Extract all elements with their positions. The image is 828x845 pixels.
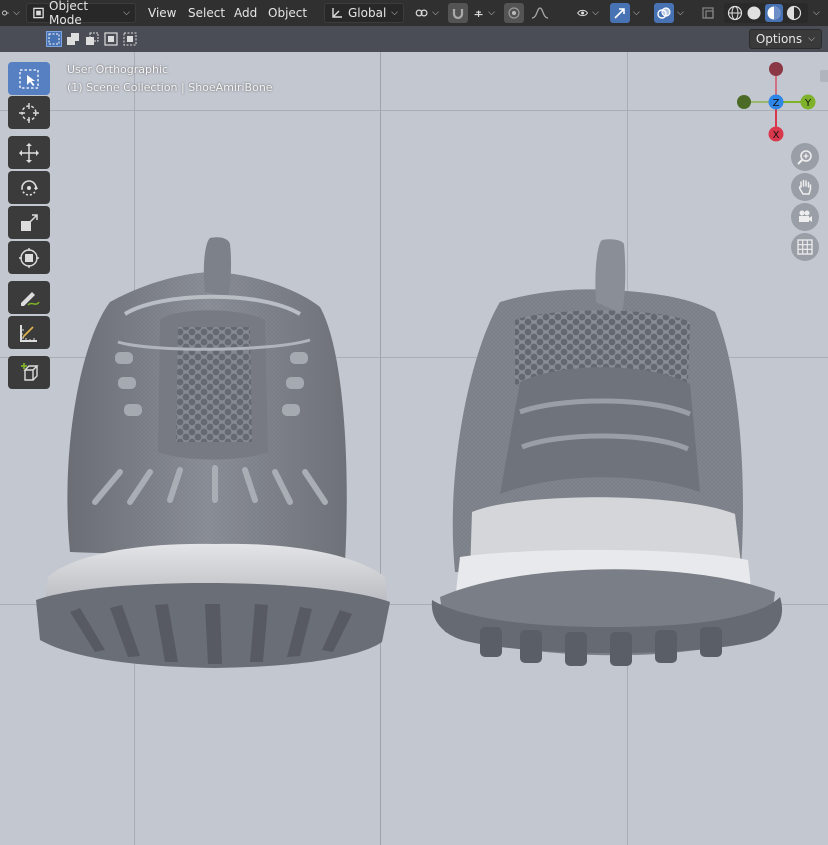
chevron-down-icon: ⌵ (813, 8, 820, 18)
menu-object[interactable]: Object (264, 3, 311, 23)
mode-selector[interactable]: Object Mode ⌵ (26, 0, 136, 27)
chevron-down-icon: ⌵ (633, 8, 640, 18)
overlays-options-button[interactable]: ⌵ (674, 3, 690, 23)
xray-icon (702, 7, 714, 19)
3d-viewport[interactable]: User Orthographic (1) Scene Collection |… (0, 52, 828, 845)
shoe-back-view[interactable] (431, 239, 783, 666)
chevron-down-icon: ⌵ (123, 8, 130, 18)
menu-select[interactable]: Select (184, 3, 229, 23)
object-visibility-button[interactable]: ⌵ (572, 3, 604, 23)
select-box-icon (19, 68, 39, 89)
tool-annotate[interactable] (8, 281, 50, 314)
editor-type-button[interactable]: ⌵ (0, 3, 22, 23)
selection-mode-subtract-icon[interactable] (84, 31, 100, 47)
snap-target-button[interactable]: ⌵ (468, 3, 500, 23)
transform-orientation-selector[interactable]: Global ⌵ (324, 3, 404, 23)
object-mode-icon (33, 7, 44, 19)
menu-view[interactable]: View (144, 3, 180, 23)
gizmo-arrow-icon (614, 8, 625, 19)
show-gizmo-toggle[interactable] (610, 3, 630, 23)
viewport-info: User Orthographic (1) Scene Collection |… (67, 61, 273, 97)
zoom-button[interactable] (791, 143, 819, 171)
orthographic-toggle-button[interactable] (791, 233, 819, 261)
gizmo-neg-y[interactable] (737, 95, 751, 109)
transform-orientation-icon (332, 8, 342, 18)
blender-window: ⌵ Object Mode ⌵ View Select Add Object G… (0, 0, 828, 845)
grid-icon (797, 239, 813, 255)
selection-mode-new-icon[interactable] (46, 31, 62, 47)
solid-shading-icon[interactable] (746, 5, 762, 21)
chevron-down-icon: ⌵ (592, 8, 599, 18)
eye-icon (577, 9, 589, 17)
gizmo-x-label: X (773, 130, 780, 141)
tool-select-box[interactable] (8, 62, 50, 95)
rotate-icon (21, 179, 38, 196)
pivot-point-icon (415, 9, 428, 17)
navigation-gizmo[interactable]: X Y Z (736, 62, 816, 142)
shoe-front-view[interactable] (36, 237, 390, 668)
proportional-editing-toggle[interactable] (504, 3, 524, 23)
tool-scale[interactable] (8, 206, 50, 239)
gizmo-z-label: Z (773, 98, 780, 109)
view-name: User Orthographic (67, 63, 169, 76)
tool-rotate[interactable] (8, 171, 50, 204)
chevron-down-icon: ⌵ (391, 8, 398, 18)
transform-orientation-label: Global (348, 6, 387, 20)
selection-mode-intersect-icon[interactable] (122, 31, 138, 47)
material-preview-button[interactable] (765, 4, 783, 22)
options-label: Options (755, 32, 803, 46)
shading-options-button[interactable]: ⌵ (810, 3, 826, 23)
selection-mode-extend-icon[interactable] (65, 31, 81, 47)
gizmo-y-label: Y (804, 98, 812, 109)
chevron-down-icon: ⌵ (13, 8, 20, 18)
collection-info: (1) Scene Collection | ShoeAmiriBone (67, 81, 273, 94)
transform-icon (19, 247, 39, 268)
wireframe-shading-icon[interactable] (727, 5, 743, 21)
editor-type-icon (2, 10, 9, 16)
menu-add[interactable]: Add (230, 3, 261, 23)
pivot-point-button[interactable]: ⌵ (410, 3, 444, 23)
mode-selector-label: Object Mode (49, 0, 89, 27)
move-icon (19, 142, 39, 163)
show-overlays-toggle[interactable] (654, 3, 674, 23)
tool-cursor[interactable] (8, 96, 50, 129)
falloff-button[interactable] (526, 3, 556, 23)
hand-icon (798, 179, 812, 195)
shoe-models[interactable] (0, 52, 828, 845)
tool-transform[interactable] (8, 241, 50, 274)
tool-add-cube[interactable] (8, 356, 50, 389)
chevron-down-icon: ⌵ (808, 34, 815, 44)
pan-button[interactable] (791, 173, 819, 201)
gizmo-options-button[interactable]: ⌵ (630, 3, 646, 23)
overlays-icon (657, 7, 671, 19)
viewport-header: ⌵ Object Mode ⌵ View Select Add Object G… (0, 0, 828, 27)
xray-toggle[interactable] (698, 3, 718, 23)
tool-move[interactable] (8, 136, 50, 169)
chevron-down-icon: ⌵ (488, 8, 495, 18)
tool-measure[interactable] (8, 316, 50, 349)
tool-settings-bar: Options ⌵ (0, 26, 828, 52)
magnet-icon (452, 9, 464, 20)
camera-view-button[interactable] (791, 203, 819, 231)
snap-toggle[interactable] (448, 3, 468, 23)
gizmo-neg-x[interactable] (769, 62, 783, 76)
cursor-icon (19, 102, 39, 123)
snap-grid-icon (474, 10, 483, 17)
zoom-magnifier-icon (797, 150, 812, 165)
camera-icon (799, 210, 812, 222)
options-dropdown[interactable]: Options ⌵ (748, 29, 822, 49)
selection-mode-invert-icon[interactable] (103, 31, 119, 47)
annotate-pencil-icon (21, 291, 40, 306)
proportional-editing-icon (508, 7, 520, 19)
add-cube-icon (21, 362, 39, 381)
falloff-curve-icon (531, 7, 549, 19)
scale-icon (21, 213, 38, 231)
chevron-down-icon: ⌵ (677, 8, 684, 18)
shading-mode-group (724, 3, 808, 23)
rendered-shading-icon[interactable] (786, 5, 802, 21)
chevron-down-icon: ⌵ (432, 8, 439, 18)
material-preview-icon (767, 6, 781, 20)
measure-ruler-icon (20, 324, 37, 342)
sidebar-toggle[interactable] (820, 70, 828, 82)
